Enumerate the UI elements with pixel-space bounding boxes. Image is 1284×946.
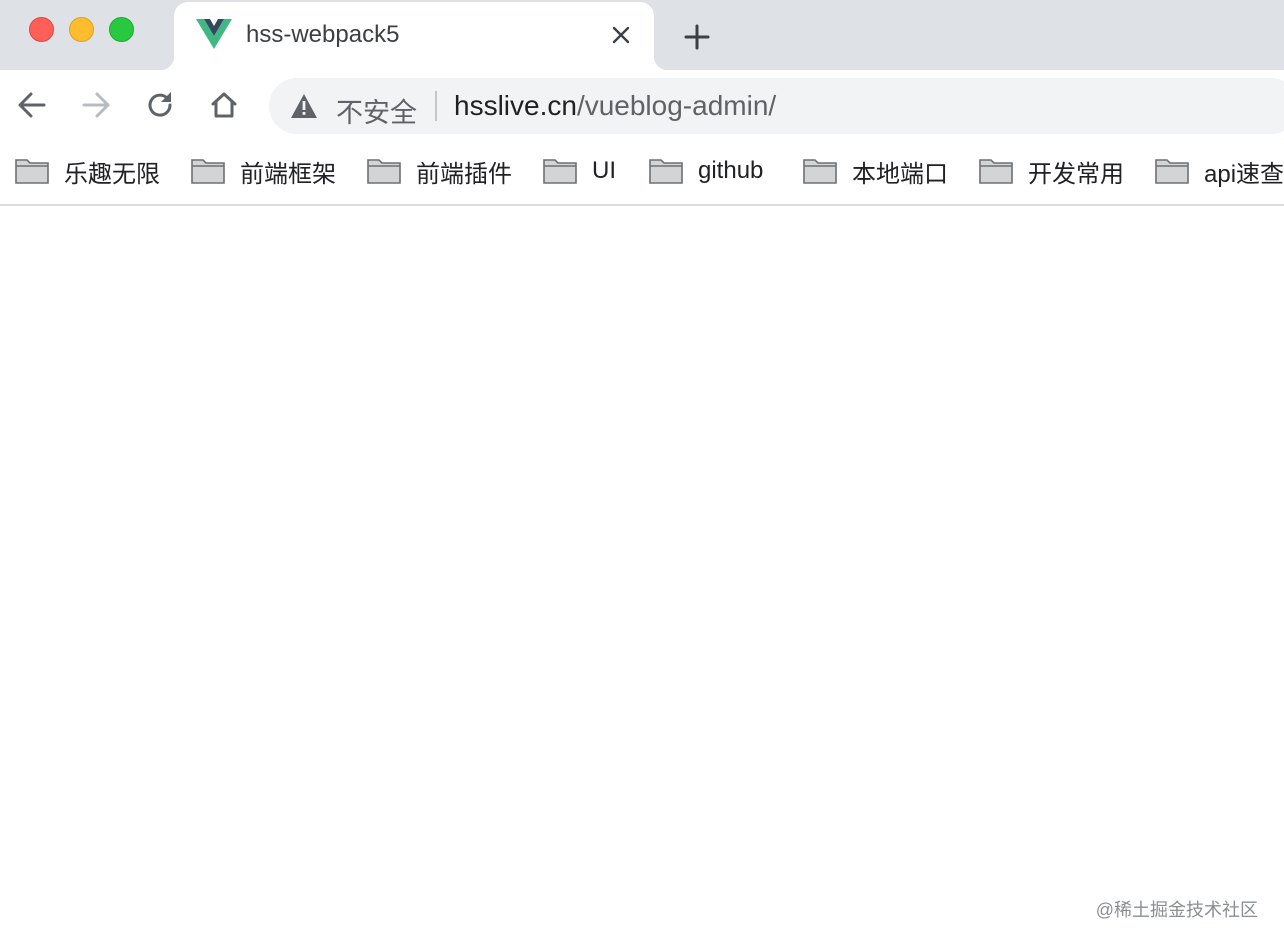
tab-corner-left <box>160 56 174 70</box>
arrow-left-icon <box>18 92 46 118</box>
folder-icon <box>979 159 1013 184</box>
tab-corner-right <box>654 56 668 70</box>
url-host: hsslive.cn <box>454 90 577 121</box>
url-path: /vueblog-admin/ <box>576 90 777 121</box>
tab-strip: hss-webpack5 <box>0 0 1284 70</box>
folder-icon <box>649 159 683 184</box>
bookmark-folder[interactable]: UI <box>543 154 616 188</box>
window-close-button[interactable] <box>29 17 54 42</box>
window-maximize-button[interactable] <box>109 17 134 42</box>
browser-toolbar: 不安全 hsslive.cn/vueblog-admin/ <box>0 70 1284 140</box>
browser-window: hss-webpack5 不安全 hsslive.cn/vueblog-admi… <box>0 0 1284 946</box>
bookmark-folder[interactable]: github <box>649 154 763 188</box>
vue-logo-icon <box>196 19 232 49</box>
address-separator <box>435 91 437 121</box>
home-icon <box>211 92 237 118</box>
bookmark-folder[interactable]: 前端框架 <box>191 154 336 188</box>
folder-icon <box>191 159 225 184</box>
bookmark-label: github <box>698 157 764 184</box>
reload-button[interactable] <box>141 86 179 124</box>
close-icon <box>612 26 630 44</box>
tab-close-button[interactable] <box>606 20 636 50</box>
bookmark-label: 前端插件 <box>416 160 512 188</box>
bookmark-label: 乐趣无限 <box>64 160 160 188</box>
folder-icon <box>1155 159 1189 184</box>
back-button[interactable] <box>13 86 51 124</box>
security-status-label[interactable]: 不安全 <box>336 91 417 130</box>
bookmark-folder[interactable]: 乐趣无限 <box>15 154 160 188</box>
tab-title: hss-webpack5 <box>246 21 400 48</box>
bookmark-folder[interactable]: 开发常用 <box>979 154 1124 188</box>
reload-icon <box>148 92 172 117</box>
bookmark-label: 开发常用 <box>1028 160 1124 188</box>
address-bar[interactable]: 不安全 hsslive.cn/vueblog-admin/ <box>269 78 1284 134</box>
bookmark-label: 前端框架 <box>240 160 336 188</box>
plus-icon <box>684 24 710 50</box>
home-button[interactable] <box>205 86 243 124</box>
new-tab-button[interactable] <box>680 20 714 54</box>
bookmark-label: 本地端口 <box>852 160 948 188</box>
folder-icon <box>543 159 577 184</box>
active-tab[interactable]: hss-webpack5 <box>160 2 668 70</box>
bookmark-folder[interactable]: api速查 <box>1155 154 1284 188</box>
bookmark-folder[interactable]: 前端插件 <box>367 154 512 188</box>
forward-button[interactable] <box>77 86 115 124</box>
bookmark-label: UI <box>592 157 616 184</box>
watermark-text: @稀土掘金技术社区 <box>1095 900 1258 920</box>
url-text[interactable]: hsslive.cn/vueblog-admin/ <box>454 90 776 122</box>
page-content: @稀土掘金技术社区 <box>0 208 1284 946</box>
window-minimize-button[interactable] <box>69 17 94 42</box>
bookmark-label: api速查 <box>1204 160 1284 188</box>
folder-icon <box>367 159 401 184</box>
arrow-right-icon <box>82 92 110 118</box>
folder-icon <box>803 159 837 184</box>
folder-icon <box>15 159 49 184</box>
bookmarks-bar: 乐趣无限 前端框架 前端插件 UI github 本地端口 开发常用 api速查 <box>0 140 1284 206</box>
warning-icon[interactable] <box>290 93 318 119</box>
bookmark-folder[interactable]: 本地端口 <box>803 154 948 188</box>
